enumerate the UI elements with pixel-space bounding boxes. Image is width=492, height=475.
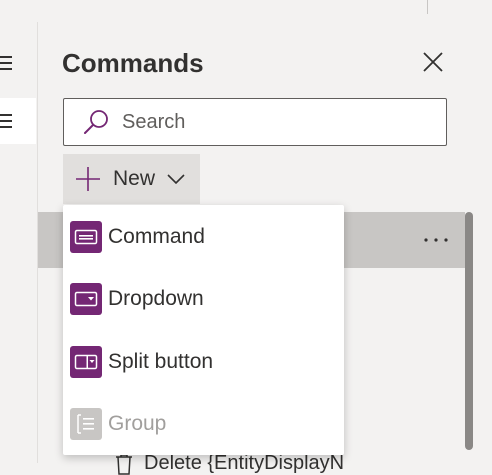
delete-icon [116, 453, 132, 475]
list-icon [0, 56, 12, 70]
left-rail [0, 22, 38, 463]
more-options-button[interactable] [422, 212, 450, 268]
list-item-label: Delete {EntityDisplayN [144, 452, 345, 474]
close-icon [423, 52, 443, 72]
vertical-scrollbar[interactable] [465, 212, 473, 450]
group-icon [70, 408, 102, 440]
close-button[interactable] [419, 48, 447, 76]
more-icon [424, 238, 448, 242]
menu-item-label: Command [108, 225, 205, 248]
top-bar [0, 0, 492, 23]
search-input[interactable] [120, 109, 424, 135]
menu-item-label: Group [108, 412, 167, 435]
chevron-down-icon [167, 174, 185, 184]
split-button-icon [70, 346, 102, 378]
new-button[interactable]: New [63, 154, 200, 204]
dropdown-icon [70, 283, 102, 315]
menu-item-dropdown[interactable]: Dropdown [63, 268, 344, 330]
search-icon [84, 110, 108, 134]
menu-item-split-button[interactable]: Split button [63, 331, 344, 393]
menu-item-group: Group [63, 393, 344, 455]
list-item[interactable]: Delete {EntityDisplayN [114, 452, 344, 475]
list-icon [0, 114, 12, 128]
panel-title: Commands [62, 48, 204, 78]
menu-item-label: Dropdown [108, 287, 204, 310]
rail-commands-button[interactable] [0, 98, 36, 144]
menu-item-command[interactable]: Command [63, 206, 344, 268]
plus-icon [76, 167, 100, 191]
top-bar-divider [427, 0, 428, 14]
search-box[interactable] [63, 98, 447, 146]
new-button-label: New [113, 167, 156, 190]
command-icon [70, 221, 102, 253]
new-dropdown-menu: Command Dropdown Split button Group [63, 205, 344, 455]
menu-item-label: Split button [108, 350, 214, 373]
rail-tree-view-button[interactable] [0, 40, 36, 86]
